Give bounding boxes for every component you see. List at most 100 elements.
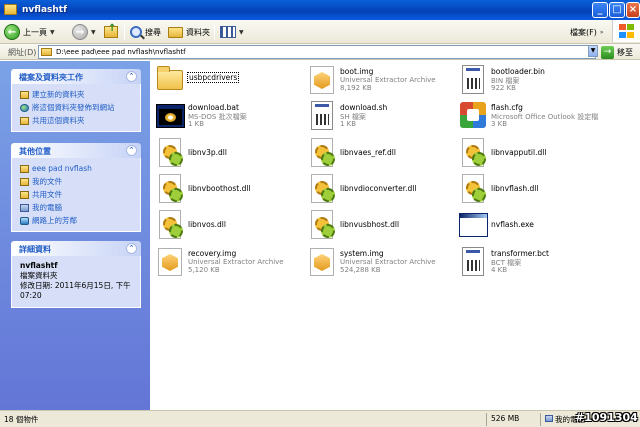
new-folder-icon: [20, 90, 29, 99]
my-documents-icon: [20, 177, 29, 186]
search-icon: [130, 26, 142, 38]
dll-icon: [155, 209, 185, 241]
up-folder-button[interactable]: [104, 23, 118, 41]
shared-documents-icon: [20, 190, 29, 199]
file-type: Universal Extractor Archive: [340, 76, 436, 84]
place-label: 我的電腦: [32, 203, 62, 212]
share-folder-icon: [20, 116, 29, 125]
file-item[interactable]: system.img Universal Extractor Archive 524…: [307, 246, 457, 280]
file-item[interactable]: libnvos.dll: [155, 209, 305, 243]
other-places-title: 其他位置: [19, 147, 51, 156]
dll-icon: [307, 173, 337, 205]
file-item[interactable]: libnvapputil.dll: [458, 137, 608, 171]
file-item[interactable]: flash.cfg Microsoft Office Outlook 設定檔 3 K…: [458, 100, 608, 134]
dll-icon: [458, 173, 488, 205]
forward-arrow-icon: →: [72, 24, 88, 40]
status-bar: 18 個物件 526 MB 我的電腦: [0, 410, 640, 427]
task-share-folder[interactable]: 共用這個資料夾: [20, 114, 134, 127]
watermark: #1091304: [575, 411, 638, 424]
file-item[interactable]: bootloader.bin BIN 檔案 922 KB: [458, 64, 608, 98]
file-tasks-header[interactable]: 檔案及資料夾工作 ⌃: [11, 69, 141, 84]
globe-icon: [20, 103, 29, 112]
toolbar-separator: [124, 24, 125, 40]
back-arrow-icon: ←: [4, 24, 20, 40]
go-button[interactable]: → 移至: [601, 45, 633, 59]
file-name: libnvboothost.dll: [188, 184, 251, 193]
address-label: 網址(D): [8, 48, 37, 57]
place-label: 我的文件: [32, 177, 62, 186]
task-new-folder[interactable]: 建立新的資料夾: [20, 88, 134, 101]
place-parent-folder[interactable]: eee pad nvflash: [20, 162, 134, 175]
task-pane: 檔案及資料夾工作 ⌃ 建立新的資料夾 將這個資料夾發佈到網站 共用這個資料夾 其…: [0, 61, 150, 410]
collapse-icon[interactable]: ⌃: [126, 145, 137, 156]
collapse-icon[interactable]: ⌃: [126, 243, 137, 254]
file-size: 1 KB: [340, 120, 357, 128]
views-button[interactable]: ▼: [220, 23, 244, 41]
place-my-computer[interactable]: 我的電腦: [20, 201, 134, 214]
file-size: 8,192 KB: [340, 84, 372, 92]
archive-icon: [307, 64, 337, 96]
up-folder-icon: [104, 23, 118, 38]
task-publish-web[interactable]: 將這個資料夾發佈到網站: [20, 101, 134, 114]
back-button[interactable]: ← 上一頁 ▼: [4, 23, 55, 41]
file-item[interactable]: recovery.img Universal Extractor Archive 5…: [155, 246, 305, 280]
other-places-header[interactable]: 其他位置 ⌃: [11, 143, 141, 158]
file-type: Microsoft Office Outlook 設定檔: [491, 113, 599, 121]
file-name: bootloader.bin: [491, 67, 545, 76]
file-item[interactable]: usbpcdrivers: [155, 64, 305, 98]
file-menu[interactable]: 檔案(F) »: [567, 23, 604, 41]
go-arrow-icon: →: [601, 45, 614, 59]
chevron-right-icon: »: [599, 28, 604, 36]
status-size: 526 MB: [491, 414, 520, 423]
minimize-button[interactable]: _: [592, 2, 608, 18]
file-item[interactable]: libnvusbhost.dll: [307, 209, 457, 243]
place-my-documents[interactable]: 我的文件: [20, 175, 134, 188]
details-title: 詳細資料: [19, 245, 51, 254]
place-network[interactable]: 網路上的芳鄰: [20, 214, 134, 227]
forward-button[interactable]: → ▼: [72, 23, 96, 41]
file-item[interactable]: transformer.bct BCT 檔案 4 KB: [458, 246, 608, 280]
address-input[interactable]: D:\eee pad\eee pad nvflash\nvflashtf: [38, 45, 596, 59]
file-item[interactable]: libnv3p.dll: [155, 137, 305, 171]
file-name: libnvdioconverter.dll: [340, 184, 417, 193]
file-name: libnvflash.dll: [491, 184, 539, 193]
file-item[interactable]: download.bat MS-DOS 批次檔案 1 KB: [155, 100, 305, 134]
network-icon: [20, 216, 29, 225]
archive-icon: [155, 246, 185, 278]
file-item[interactable]: nvflash.exe: [458, 209, 608, 243]
file-size: 922 KB: [491, 84, 516, 92]
folder-icon: [155, 64, 185, 96]
file-item[interactable]: libnvflash.dll: [458, 173, 608, 207]
document-icon: [458, 246, 488, 278]
close-button[interactable]: ×: [626, 2, 640, 18]
back-label: 上一頁: [23, 27, 47, 37]
collapse-icon[interactable]: ⌃: [126, 71, 137, 82]
details-modified: 修改日期: 2011年6月15日, 下午 07:20: [20, 281, 131, 300]
address-dropdown-button[interactable]: ▼: [588, 45, 598, 57]
file-size: 3 KB: [491, 120, 508, 128]
dll-icon: [307, 137, 337, 169]
file-item[interactable]: boot.img Universal Extractor Archive 8,192…: [307, 64, 457, 98]
file-type: Universal Extractor Archive: [340, 258, 436, 266]
file-item[interactable]: libnvaes_ref.dll: [307, 137, 457, 171]
search-label: 搜尋: [145, 27, 161, 37]
place-shared-documents[interactable]: 共用文件: [20, 188, 134, 201]
details-header[interactable]: 詳細資料 ⌃: [11, 241, 141, 256]
file-item[interactable]: libnvboothost.dll: [155, 173, 305, 207]
task-label: 共用這個資料夾: [32, 116, 85, 125]
search-button[interactable]: 搜尋: [130, 23, 161, 41]
outlook-config-icon: [458, 100, 488, 132]
maximize-button[interactable]: □: [609, 2, 625, 18]
file-item[interactable]: download.sh SH 檔案 1 KB: [307, 100, 457, 134]
details-type: 檔案資料夾: [20, 271, 58, 280]
views-icon: [220, 26, 236, 38]
task-label: 將這個資料夾發佈到網站: [32, 103, 115, 112]
place-label: 共用文件: [32, 190, 62, 199]
folders-button[interactable]: 資料夾: [168, 23, 210, 41]
file-name: libnvusbhost.dll: [340, 220, 400, 229]
file-name: libnvaes_ref.dll: [340, 148, 396, 157]
file-item[interactable]: libnvdioconverter.dll: [307, 173, 457, 207]
place-label: 網路上的芳鄰: [32, 216, 77, 225]
folder-icon: [4, 4, 17, 15]
file-name: transformer.bct: [491, 249, 549, 258]
